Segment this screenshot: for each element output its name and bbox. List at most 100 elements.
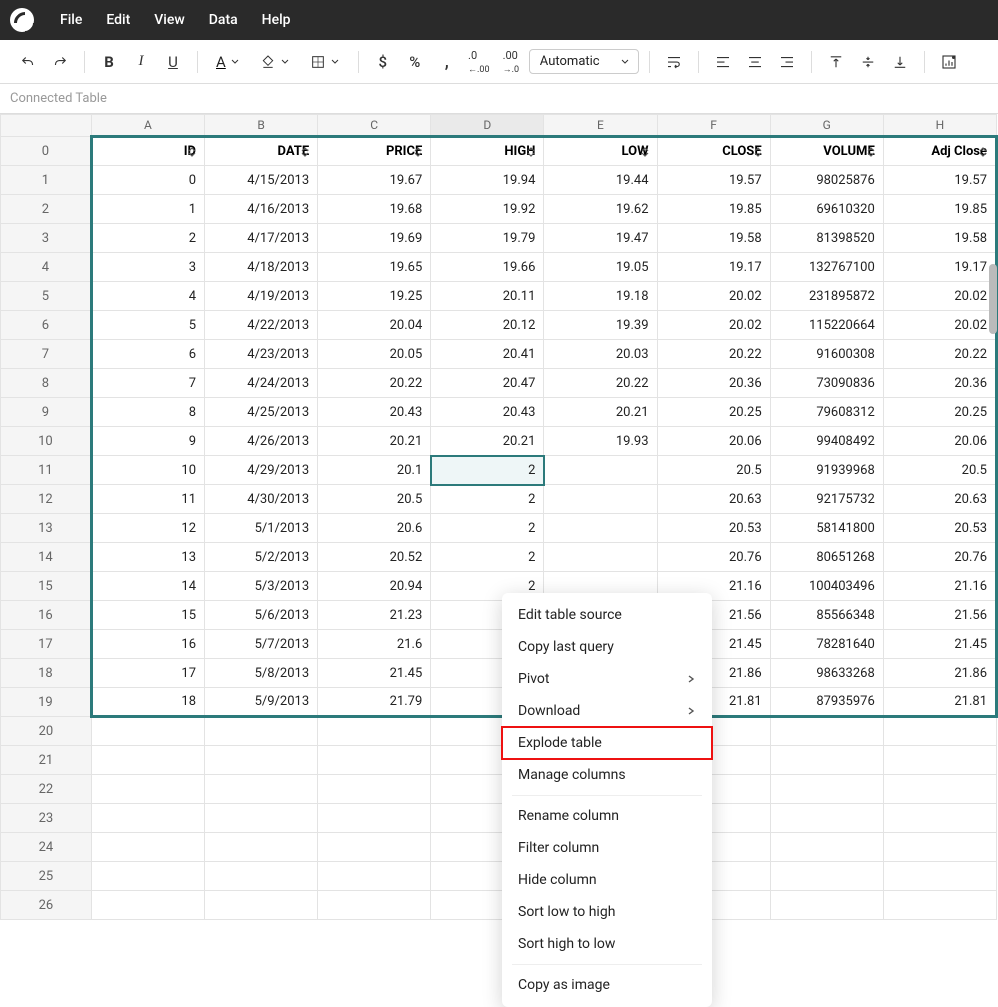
cell[interactable]: 20.76 <box>657 543 770 572</box>
row-header-24[interactable]: 24 <box>1 833 92 862</box>
cell[interactable]: 19.57 <box>657 166 770 195</box>
redo-button[interactable] <box>46 48 74 76</box>
cell[interactable]: 19.58 <box>883 224 996 253</box>
cell[interactable] <box>544 543 657 572</box>
cell[interactable]: 16 <box>91 630 204 659</box>
cell[interactable]: 2 <box>431 485 544 514</box>
row-header-3[interactable]: 3 <box>1 224 92 253</box>
cell[interactable]: 115220664 <box>770 311 883 340</box>
cell[interactable]: 85566348 <box>770 601 883 630</box>
cell[interactable] <box>883 775 996 804</box>
col-header-E[interactable]: E <box>544 115 657 137</box>
percent-button[interactable]: % <box>401 48 429 76</box>
row-header-2[interactable]: 2 <box>1 195 92 224</box>
row-header-18[interactable]: 18 <box>1 659 92 688</box>
cell[interactable]: 19.18 <box>544 282 657 311</box>
cell[interactable]: 20.63 <box>657 485 770 514</box>
cell[interactable]: 20.02 <box>883 311 996 340</box>
cell[interactable]: 100403496 <box>770 572 883 601</box>
cell[interactable]: 21.81 <box>883 688 996 717</box>
cell[interactable]: 19.69 <box>318 224 431 253</box>
cell[interactable]: 5/6/2013 <box>205 601 318 630</box>
col-header-B[interactable]: B <box>205 115 318 137</box>
align-center-button[interactable] <box>741 48 769 76</box>
cell[interactable]: 20.43 <box>431 398 544 427</box>
cell[interactable]: 80651268 <box>770 543 883 572</box>
row-header-7[interactable]: 7 <box>1 340 92 369</box>
number-format-select[interactable]: Automatic <box>529 49 639 74</box>
cell[interactable]: 5 <box>91 311 204 340</box>
cell[interactable]: 4/24/2013 <box>205 369 318 398</box>
cell[interactable] <box>318 775 431 804</box>
col-header-C[interactable]: C <box>318 115 431 137</box>
formula-bar[interactable]: Connected Table <box>0 84 998 114</box>
row-header-17[interactable]: 17 <box>1 630 92 659</box>
cell[interactable]: 19.58 <box>657 224 770 253</box>
bold-button[interactable]: B <box>95 48 123 76</box>
align-bottom-button[interactable] <box>886 48 914 76</box>
table-header-high[interactable]: HIGH <box>431 137 544 166</box>
cell[interactable]: 5/7/2013 <box>205 630 318 659</box>
cell[interactable] <box>205 775 318 804</box>
cell[interactable]: 2 <box>91 224 204 253</box>
ctx-hide-column[interactable]: Hide column <box>502 864 712 896</box>
cell[interactable]: 6 <box>91 340 204 369</box>
cell[interactable]: 4/26/2013 <box>205 427 318 456</box>
row-header-10[interactable]: 10 <box>1 427 92 456</box>
cell[interactable]: 3 <box>91 253 204 282</box>
cell[interactable]: 19.68 <box>318 195 431 224</box>
cell[interactable]: 78281640 <box>770 630 883 659</box>
cell[interactable]: 20.22 <box>318 369 431 398</box>
cell[interactable]: 20.22 <box>883 340 996 369</box>
cell[interactable]: 20.63 <box>883 485 996 514</box>
row-header-5[interactable]: 5 <box>1 282 92 311</box>
cell[interactable] <box>318 804 431 833</box>
comma-button[interactable]: , <box>433 48 461 76</box>
cell[interactable] <box>770 833 883 862</box>
cell[interactable]: 20.5 <box>318 485 431 514</box>
cell[interactable] <box>883 891 996 920</box>
cell[interactable]: 13 <box>91 543 204 572</box>
cell[interactable]: 0 <box>91 166 204 195</box>
cell[interactable]: 19.62 <box>544 195 657 224</box>
cell[interactable] <box>544 456 657 485</box>
cell[interactable]: 21.79 <box>318 688 431 717</box>
cell[interactable]: 4/29/2013 <box>205 456 318 485</box>
increase-decimal-button[interactable]: .00→.0 <box>497 48 525 76</box>
cell[interactable]: 20.53 <box>657 514 770 543</box>
row-header-4[interactable]: 4 <box>1 253 92 282</box>
cell[interactable]: 19.39 <box>544 311 657 340</box>
menu-data[interactable]: Data <box>197 6 250 34</box>
cell[interactable] <box>205 746 318 775</box>
cell[interactable]: 19.25 <box>318 282 431 311</box>
cell[interactable]: 21.56 <box>883 601 996 630</box>
cell[interactable]: 20.47 <box>431 369 544 398</box>
cell[interactable] <box>91 717 204 746</box>
cell[interactable]: 21.86 <box>883 659 996 688</box>
cell[interactable] <box>318 891 431 920</box>
ctx-filter-column[interactable]: Filter column <box>502 832 712 864</box>
cell[interactable]: 19.85 <box>883 195 996 224</box>
cell[interactable]: 4/15/2013 <box>205 166 318 195</box>
cell[interactable]: 58141800 <box>770 514 883 543</box>
cell[interactable]: 21.6 <box>318 630 431 659</box>
row-header-13[interactable]: 13 <box>1 514 92 543</box>
cell[interactable]: 19.67 <box>318 166 431 195</box>
cell[interactable] <box>205 717 318 746</box>
cell[interactable] <box>91 862 204 891</box>
menu-help[interactable]: Help <box>250 6 303 34</box>
table-header-price[interactable]: PRICE <box>318 137 431 166</box>
cell[interactable]: 8 <box>91 398 204 427</box>
cell[interactable]: 1 <box>91 195 204 224</box>
row-header-26[interactable]: 26 <box>1 891 92 920</box>
cell[interactable] <box>91 804 204 833</box>
cell[interactable]: 20.12 <box>431 311 544 340</box>
cell[interactable]: 20.11 <box>431 282 544 311</box>
menu-file[interactable]: File <box>48 6 94 34</box>
italic-button[interactable]: I <box>127 48 155 76</box>
table-header-date[interactable]: DATE <box>205 137 318 166</box>
cell[interactable]: 20.25 <box>883 398 996 427</box>
corner-cell[interactable] <box>1 115 92 137</box>
cell[interactable] <box>205 804 318 833</box>
cell[interactable]: 20.02 <box>657 311 770 340</box>
